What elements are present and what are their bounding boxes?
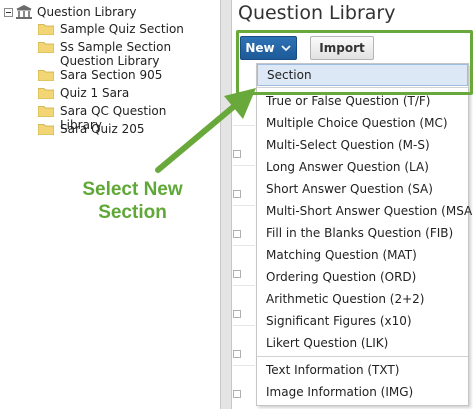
- menu-item-label: True or False Question (T/F): [266, 94, 431, 108]
- menu-item-label: Significant Figures (x10): [266, 314, 412, 328]
- row-divider: [233, 165, 255, 166]
- row-checkbox[interactable]: [233, 270, 241, 278]
- tree-item-label: Quiz 1 Sara: [60, 86, 130, 100]
- tree-item-label: Sara Section 905: [60, 68, 163, 82]
- library-building-icon: [16, 5, 32, 19]
- menu-item-likert[interactable]: Likert Question (LIK): [257, 332, 468, 354]
- row-divider: [233, 245, 255, 246]
- row-checkbox[interactable]: [233, 310, 241, 318]
- row-divider: [233, 205, 255, 206]
- tree-item-sample-quiz-section[interactable]: Sample Quiz Section: [38, 22, 184, 36]
- menu-item-fill-in-blanks[interactable]: Fill in the Blanks Question (FIB): [257, 222, 468, 244]
- new-dropdown-menu: Section True or False Question (T/F) Mul…: [256, 63, 473, 406]
- menu-item-arithmetic[interactable]: Arithmetic Question (2+2): [257, 288, 468, 310]
- menu-item-label: Likert Question (LIK): [266, 336, 389, 350]
- row-checkbox[interactable]: [233, 350, 241, 358]
- menu-item-multi-select[interactable]: Multi-Select Question (M-S): [257, 134, 468, 156]
- menu-item-label: Fill in the Blanks Question (FIB): [266, 226, 454, 240]
- tree-item-quiz-1-sara[interactable]: Quiz 1 Sara: [38, 86, 129, 100]
- menu-item-section[interactable]: Section: [257, 64, 468, 86]
- tree-item-sara-quiz-205[interactable]: Sara Quiz 205: [38, 122, 144, 136]
- annotation-callout: Select New Section: [82, 179, 183, 223]
- menu-item-long-answer[interactable]: Long Answer Question (LA): [257, 156, 468, 178]
- tree-root-label: Question Library: [37, 5, 137, 19]
- folder-icon: [38, 70, 54, 81]
- menu-item-significant-figures[interactable]: Significant Figures (x10): [257, 310, 468, 332]
- minus-box-icon[interactable]: [4, 7, 13, 17]
- menu-item-label: Long Answer Question (LA): [266, 160, 429, 174]
- menu-item-label: Matching Question (MAT): [266, 248, 417, 262]
- menu-separator: [257, 356, 468, 357]
- tree-item-label: Ss Sample Section Question Library: [60, 40, 172, 68]
- menu-item-multiple-choice[interactable]: Multiple Choice Question (MC): [257, 112, 468, 134]
- folder-icon: [38, 88, 54, 99]
- chevron-down-icon: [281, 45, 291, 52]
- menu-item-label: Ordering Question (ORD): [266, 270, 417, 284]
- menu-item-multi-short-answer[interactable]: Multi-Short Answer Question (MSA): [257, 200, 473, 222]
- folder-icon: [38, 106, 54, 117]
- folder-icon: [38, 124, 54, 135]
- row-checkbox[interactable]: [233, 190, 241, 198]
- folder-icon: [38, 42, 54, 53]
- import-button[interactable]: Import: [310, 36, 374, 60]
- row-divider: [233, 285, 255, 286]
- menu-item-label: Multi-Short Answer Question (MSA): [266, 204, 473, 218]
- menu-item-label: Multi-Select Question (M-S): [266, 138, 430, 152]
- row-checkbox[interactable]: [233, 150, 241, 158]
- row-divider: [233, 125, 255, 126]
- row-checkbox[interactable]: [233, 230, 241, 238]
- tree-item-ss-sample-section[interactable]: Ss Sample Section Question Library: [38, 40, 210, 68]
- menu-item-short-answer[interactable]: Short Answer Question (SA): [257, 178, 468, 200]
- row-divider: [233, 325, 255, 326]
- tree-item-label: Sample Quiz Section: [60, 22, 184, 36]
- new-button-label: New: [245, 41, 275, 55]
- panel-splitter[interactable]: [220, 0, 232, 409]
- menu-item-matching[interactable]: Matching Question (MAT): [257, 244, 468, 266]
- menu-item-label: Text Information (TXT): [266, 363, 400, 377]
- tree-item-sara-section-905[interactable]: Sara Section 905: [38, 68, 162, 82]
- menu-item-label: Arithmetic Question (2+2): [266, 292, 425, 306]
- import-button-label: Import: [319, 41, 365, 55]
- tree-root[interactable]: Question Library: [4, 4, 136, 20]
- tree-item-label: Sara Quiz 205: [60, 122, 145, 136]
- menu-item-label: Multiple Choice Question (MC): [266, 116, 448, 130]
- menu-separator: [257, 87, 468, 88]
- row-checkbox[interactable]: [233, 390, 241, 398]
- menu-item-image-information[interactable]: Image Information (IMG): [257, 381, 468, 403]
- page-title: Question Library: [238, 2, 396, 24]
- folder-icon: [38, 24, 54, 35]
- menu-item-label: Image Information (IMG): [266, 385, 414, 399]
- row-divider: [233, 365, 255, 366]
- menu-item-label: Section: [267, 68, 312, 82]
- menu-item-ordering[interactable]: Ordering Question (ORD): [257, 266, 468, 288]
- menu-item-true-false[interactable]: True or False Question (T/F): [257, 90, 468, 112]
- new-button[interactable]: New: [240, 36, 297, 60]
- menu-item-label: Short Answer Question (SA): [266, 182, 433, 196]
- menu-item-text-information[interactable]: Text Information (TXT): [257, 359, 468, 381]
